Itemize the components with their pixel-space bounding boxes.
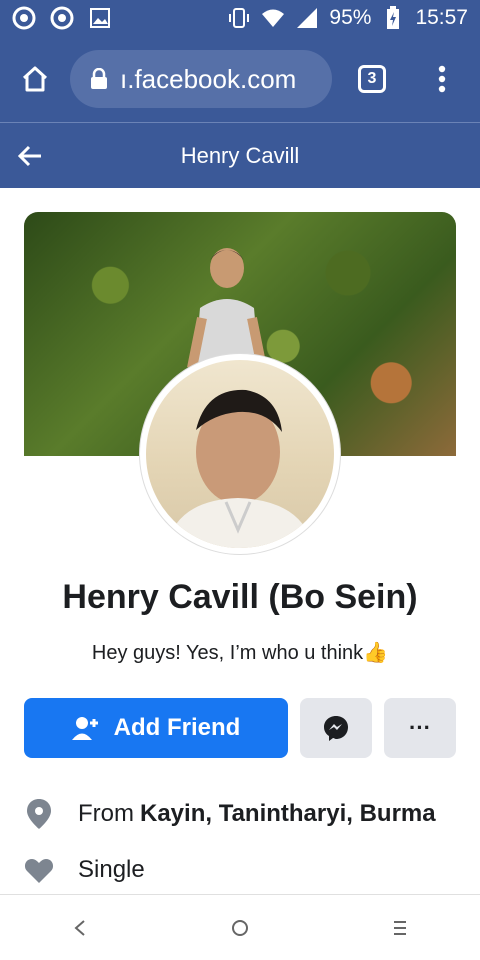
arrow-left-icon	[17, 145, 41, 166]
nav-recents-button[interactable]	[360, 898, 440, 958]
page-header: Henry Cavill	[0, 122, 480, 188]
home-circle-icon	[232, 919, 248, 936]
battery-charging-icon	[381, 6, 405, 30]
profile-avatar[interactable]	[140, 354, 340, 554]
more-options-button[interactable]: ···	[384, 698, 456, 758]
relationship-status: Single	[78, 856, 145, 883]
message-button[interactable]	[300, 698, 372, 758]
avatar-portrait	[166, 389, 314, 548]
profile-actions: Add Friend ···	[24, 698, 456, 758]
gallery-icon	[88, 6, 112, 30]
vibrate-icon	[227, 6, 251, 30]
tab-count: 3	[358, 65, 386, 93]
url-text: ı.facebook.com	[120, 63, 297, 94]
page-title: Henry Cavill	[180, 142, 300, 168]
heart-icon	[24, 855, 54, 885]
status-bar: 95% 15:57	[0, 0, 480, 36]
recents-icon	[394, 920, 406, 935]
home-button[interactable]	[0, 36, 70, 122]
add-friend-icon	[71, 717, 98, 740]
wifi-icon	[261, 6, 285, 30]
more-vert-icon	[438, 65, 446, 93]
location-pin-icon	[24, 799, 54, 829]
chrome-icon	[50, 6, 74, 30]
info-relationship: Single	[24, 850, 456, 890]
info-from: From Kayin, Tanintharyi, Burma	[24, 794, 456, 834]
nav-home-button[interactable]	[200, 898, 280, 958]
messenger-icon	[324, 716, 348, 741]
home-icon	[22, 66, 48, 92]
lock-icon	[91, 68, 107, 89]
add-friend-button[interactable]: Add Friend	[24, 698, 288, 758]
back-button[interactable]	[0, 123, 60, 189]
from-place[interactable]: Kayin, Tanintharyi, Burma	[140, 800, 436, 828]
more-icon: ···	[409, 715, 431, 740]
thumbs-up-emoji: 👍	[363, 642, 389, 664]
clock: 15:57	[415, 6, 468, 29]
profile-bio: Hey guys! Yes, I’m who u think👍	[0, 640, 480, 665]
chrome-icon	[12, 6, 36, 30]
system-nav-bar	[0, 894, 480, 960]
tab-switcher-button[interactable]: 3	[332, 36, 412, 122]
battery-percent: 95%	[329, 6, 372, 29]
profile-name: Henry Cavill (Bo Sein)	[62, 578, 418, 616]
from-prefix: From	[78, 800, 134, 827]
browser-toolbar: ı.facebook.com 3	[0, 36, 480, 122]
back-chevron-icon	[74, 919, 85, 936]
browser-menu-button[interactable]	[412, 36, 472, 122]
add-friend-label: Add Friend	[113, 714, 241, 741]
nav-back-button[interactable]	[40, 898, 120, 958]
url-bar[interactable]: ı.facebook.com	[70, 50, 332, 108]
signal-icon	[295, 6, 319, 30]
bio-text: Hey guys! Yes, I’m who u think	[91, 642, 364, 664]
